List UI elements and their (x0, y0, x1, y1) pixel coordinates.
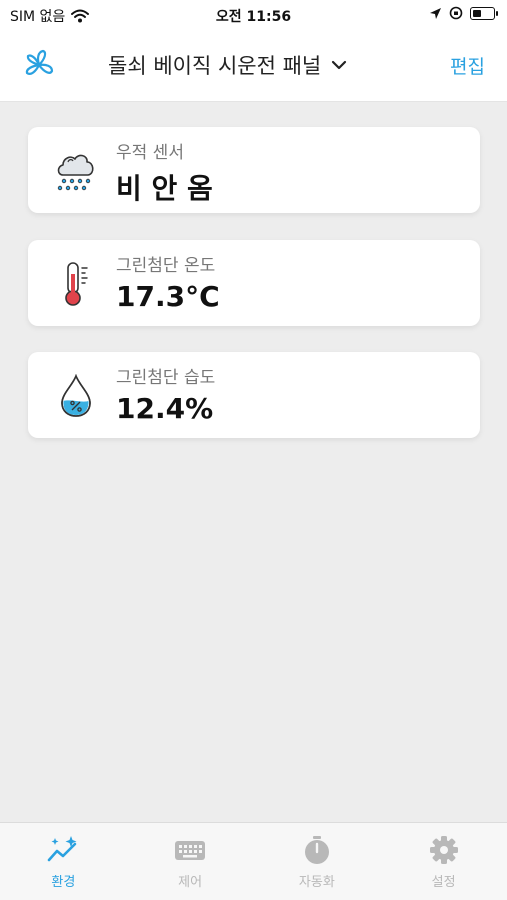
sensor-card-humidity[interactable]: 그린첨단 습도 12.4% (28, 352, 480, 438)
tab-label: 환경 (51, 875, 76, 890)
tab-automation[interactable]: 자동화 (254, 823, 381, 900)
battery-icon (470, 6, 498, 20)
stopwatch-icon (304, 836, 329, 864)
thermometer-icon (65, 262, 88, 306)
orientation-lock-icon (449, 6, 463, 20)
sensor-value: 17.3°C (116, 280, 220, 313)
edit-button[interactable]: 편집 (450, 52, 485, 79)
chevron-down-icon (332, 60, 347, 70)
sparkle-chart-icon (48, 836, 77, 862)
sensor-label: 그린첨단 온도 (116, 256, 216, 276)
tab-environment[interactable]: 환경 (0, 823, 127, 900)
sensor-card-temperature[interactable]: 그린첨단 온도 17.3°C (28, 240, 480, 326)
sensor-label: 우적 센서 (116, 143, 184, 163)
rain-cloud-icon (57, 154, 94, 191)
water-drop-icon (61, 373, 91, 417)
tab-label: 설정 (431, 875, 456, 890)
location-arrow-icon (430, 7, 441, 19)
nav-bar: 돌쇠 베이직 시운전 패널 편집 (0, 30, 507, 102)
sensor-card-rain[interactable]: 우적 센서 비 안 옴 (28, 127, 480, 213)
status-right (429, 6, 498, 20)
tab-label: 자동화 (298, 875, 335, 890)
sensor-label: 그린첨단 습도 (116, 368, 216, 388)
page-title: 돌쇠 베이직 시운전 패널 (108, 54, 322, 78)
tab-settings[interactable]: 설정 (380, 823, 507, 900)
tab-bar: 환경 제어 자동화 설정 (0, 822, 507, 900)
tab-control[interactable]: 제어 (127, 823, 254, 900)
sensor-value: 12.4% (116, 392, 214, 425)
fan-logo-icon[interactable] (22, 48, 56, 82)
panel-selector[interactable]: 돌쇠 베이직 시운전 패널 (108, 50, 347, 80)
sensor-value: 비 안 옴 (116, 172, 213, 205)
gear-icon (429, 836, 458, 864)
keyboard-icon (175, 841, 206, 860)
tab-label: 제어 (178, 875, 203, 890)
status-bar: SIM 없음 오전 11:56 (0, 0, 507, 30)
